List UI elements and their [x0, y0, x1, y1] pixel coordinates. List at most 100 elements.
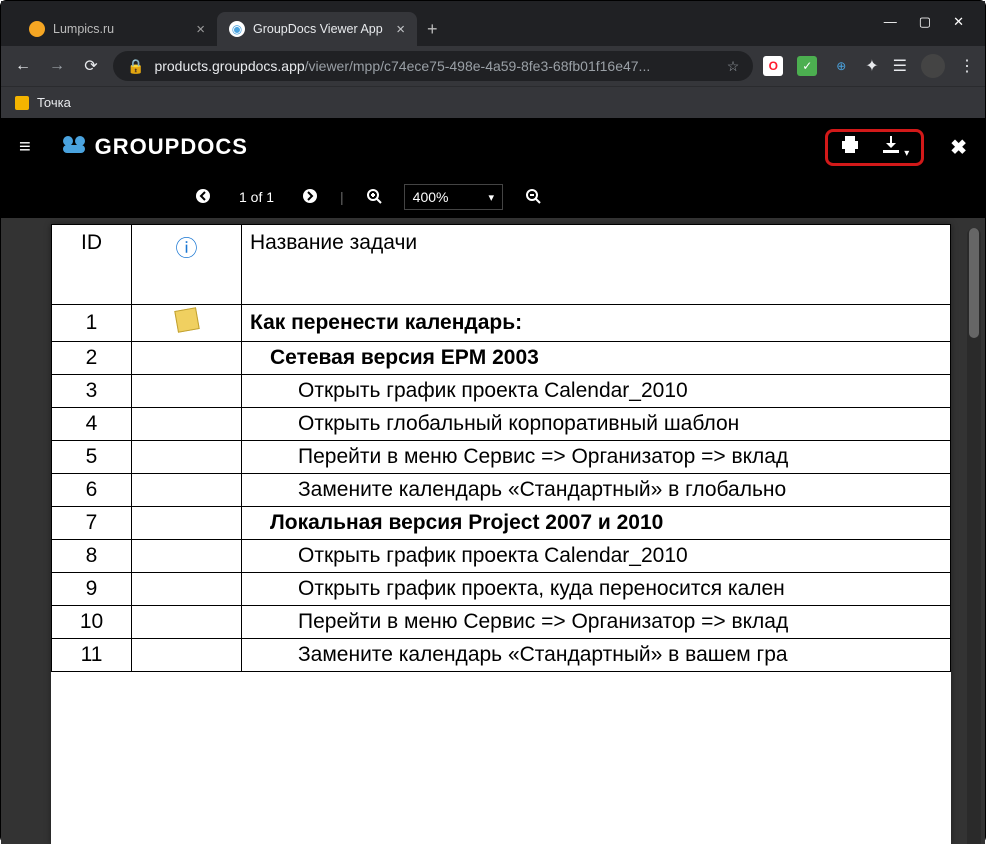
url-field[interactable]: 🔒 products.groupdocs.app/viewer/mpp/c74e… — [113, 51, 753, 81]
lock-icon: 🔒 — [127, 58, 144, 75]
project-table: ID ⓘ Название задачи 1 Как перенести кале… — [51, 224, 951, 672]
profile-avatar[interactable] — [921, 54, 945, 78]
row-icon-cell — [132, 606, 242, 639]
highlighted-actions: ▾ — [825, 129, 924, 166]
browser-titlebar: Lumpics.ru × ◉ GroupDocs Viewer App × + … — [1, 1, 985, 46]
close-app-icon[interactable]: ✖ — [950, 135, 967, 160]
row-icon-cell — [132, 639, 242, 672]
tab-label: Lumpics.ru — [53, 22, 114, 36]
row-id: 3 — [52, 375, 132, 408]
row-task: Сетевая версия EPM 2003 — [242, 342, 951, 375]
header-actions: ▾ ✖ — [825, 129, 967, 166]
table-row: 5 Перейти в меню Сервис => Организатор =>… — [52, 441, 951, 474]
logo-icon — [61, 133, 87, 161]
row-id: 8 — [52, 540, 132, 573]
row-task: Открыть график проекта Calendar_2010 — [242, 375, 951, 408]
vertical-scrollbar[interactable] — [967, 228, 981, 844]
close-icon[interactable]: × — [196, 21, 205, 38]
table-row: 8Открыть график проекта Calendar_2010 — [52, 540, 951, 573]
document-viewport[interactable]: ID ⓘ Название задачи 1 Как перенести кале… — [1, 218, 985, 844]
url-text: products.groupdocs.app/viewer/mpp/c74ece… — [154, 58, 650, 74]
forward-button[interactable]: → — [45, 57, 69, 75]
table-row: 1 Как перенести календарь: — [52, 305, 951, 342]
table-row: 6 Замените календарь «Стандартный» в глоб… — [52, 474, 951, 507]
app-header: ≡ GROUPDOCS ▾ ✖ — [1, 118, 985, 176]
new-tab-button[interactable]: + — [417, 13, 448, 46]
hamburger-icon[interactable]: ≡ — [19, 136, 31, 159]
last-page-icon[interactable] — [298, 188, 322, 207]
row-id: 9 — [52, 573, 132, 606]
row-icon-cell — [132, 507, 242, 540]
download-icon[interactable]: ▾ — [882, 136, 909, 159]
row-id: 2 — [52, 342, 132, 375]
table-row: 10Перейти в меню Сервис => Организатор =… — [52, 606, 951, 639]
window-controls: — ▢ ✕ — [862, 0, 986, 44]
table-header-row: ID ⓘ Название задачи — [52, 225, 951, 305]
table-row: 4 Открыть глобальный корпоративный шаблон — [52, 408, 951, 441]
first-page-icon[interactable] — [191, 188, 215, 207]
maximize-icon[interactable]: ▢ — [919, 14, 931, 30]
check-icon[interactable]: ✓ — [797, 56, 817, 76]
favicon-lumpics — [29, 21, 45, 37]
logo-text: GROUPDOCS — [95, 134, 248, 160]
row-id: 1 — [52, 305, 132, 342]
favicon-groupdocs: ◉ — [229, 21, 245, 37]
address-bar: ← → ⟳ 🔒 products.groupdocs.app/viewer/mp… — [1, 46, 985, 86]
row-icon-cell — [132, 408, 242, 441]
row-task: Перейти в меню Сервис => Организатор => … — [242, 606, 951, 639]
row-task: Перейти в меню Сервис => Организатор => … — [242, 441, 951, 474]
row-icon-cell — [132, 305, 242, 342]
zoom-out-icon[interactable] — [521, 188, 545, 207]
table-row: 2 Сетевая версия EPM 2003 — [52, 342, 951, 375]
zoom-select[interactable]: 400% ▾ — [404, 184, 503, 210]
groupdocs-app: ≡ GROUPDOCS ▾ ✖ 1 of 1 | — [1, 118, 985, 844]
table-row: 7 Локальная версия Project 2007 и 2010 — [52, 507, 951, 540]
globe-icon[interactable]: ⊕ — [831, 56, 851, 76]
reading-list-icon[interactable]: ☰ — [893, 56, 907, 76]
table-row: 3 Открыть график проекта Calendar_2010 — [52, 375, 951, 408]
row-task: Открыть глобальный корпоративный шаблон — [242, 408, 951, 441]
tab-groupdocs[interactable]: ◉ GroupDocs Viewer App × — [217, 12, 417, 46]
row-id: 4 — [52, 408, 132, 441]
zoom-value: 400% — [413, 189, 449, 205]
close-icon[interactable]: ✕ — [953, 14, 964, 30]
row-id: 5 — [52, 441, 132, 474]
extensions-icon[interactable]: ✦ — [865, 56, 878, 76]
viewer-toolbar: 1 of 1 | 400% ▾ — [1, 176, 985, 218]
header-id: ID — [52, 225, 132, 305]
row-task: Локальная версия Project 2007 и 2010 — [242, 507, 951, 540]
row-icon-cell — [132, 474, 242, 507]
header-task: Название задачи — [242, 225, 951, 305]
back-button[interactable]: ← — [11, 57, 35, 75]
row-icon-cell — [132, 573, 242, 606]
print-icon[interactable] — [840, 136, 860, 159]
minimize-icon[interactable]: — — [884, 14, 897, 30]
row-task: Замените календарь «Стандартный» в вашем… — [242, 639, 951, 672]
row-id: 7 — [52, 507, 132, 540]
row-task: Как перенести календарь: — [242, 305, 951, 342]
bookmark-folder-icon — [15, 96, 29, 110]
row-icon-cell — [132, 375, 242, 408]
browser-tabs: Lumpics.ru × ◉ GroupDocs Viewer App × + — [9, 1, 448, 46]
row-icon-cell — [132, 441, 242, 474]
row-icon-cell — [132, 540, 242, 573]
opera-icon[interactable]: O — [763, 56, 783, 76]
separator: | — [340, 189, 344, 205]
row-id: 6 — [52, 474, 132, 507]
extension-icons: O ✓ ⊕ ✦ ☰ ⋮ — [763, 54, 975, 78]
header-icon: ⓘ — [132, 225, 242, 305]
row-id: 11 — [52, 639, 132, 672]
table-row: 9Открыть график проекта, куда переноситс… — [52, 573, 951, 606]
star-icon[interactable]: ☆ — [727, 58, 740, 75]
zoom-in-icon[interactable] — [362, 188, 386, 207]
row-task: Замените календарь «Стандартный» в глоба… — [242, 474, 951, 507]
bookmark-bar: Точка — [1, 86, 985, 118]
bookmark-item[interactable]: Точка — [37, 95, 71, 110]
document-page: ID ⓘ Название задачи 1 Как перенести кале… — [51, 224, 951, 844]
tab-lumpics[interactable]: Lumpics.ru × — [17, 12, 217, 46]
reload-button[interactable]: ⟳ — [79, 56, 103, 76]
close-icon[interactable]: × — [396, 21, 405, 38]
note-icon — [174, 307, 199, 332]
menu-icon[interactable]: ⋮ — [959, 56, 975, 76]
info-icon: ⓘ — [175, 231, 197, 263]
